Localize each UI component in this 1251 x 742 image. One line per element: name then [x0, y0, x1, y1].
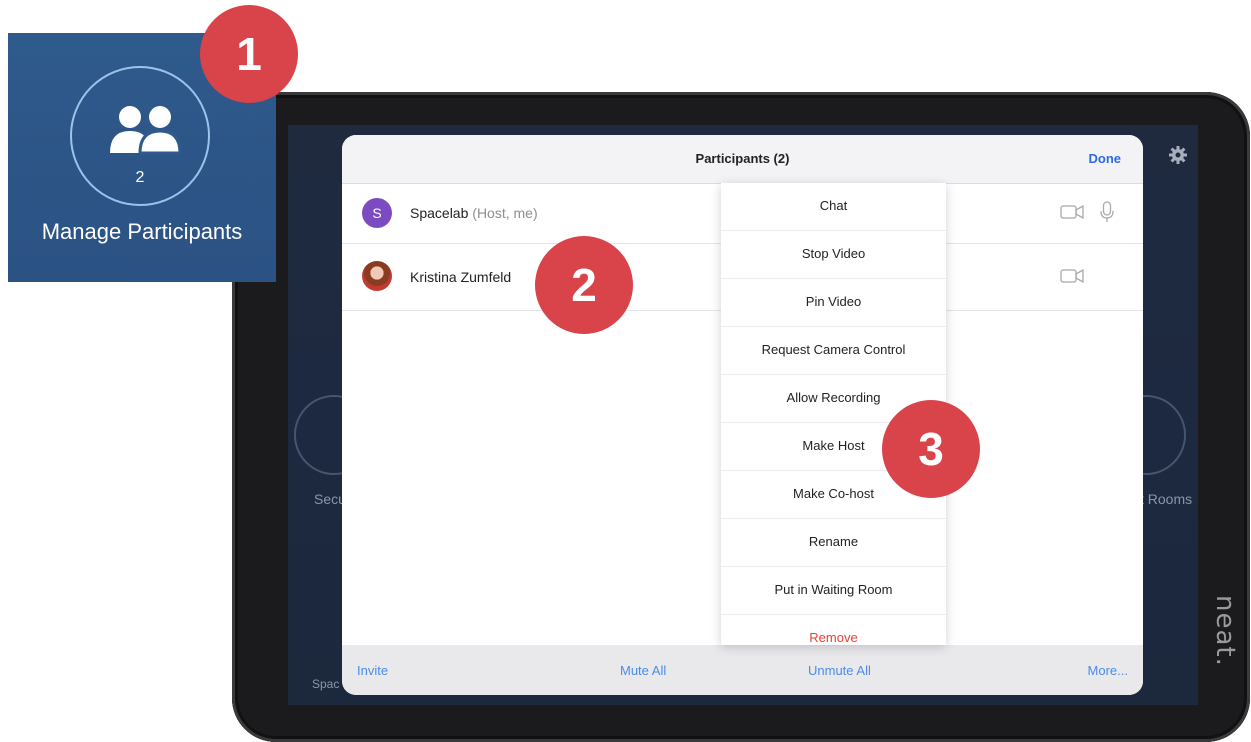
- dialog-header: Participants (2) Done: [342, 135, 1143, 184]
- menu-item-remove[interactable]: Remove: [721, 615, 946, 645]
- participant-name: Kristina Zumfeld: [410, 269, 512, 285]
- menu-item-put-in-waiting-room[interactable]: Put in Waiting Room: [721, 567, 946, 615]
- participant-name-text: Spacelab: [410, 205, 469, 221]
- menu-item-request-camera-control[interactable]: Request Camera Control: [721, 327, 946, 375]
- menu-item-pin-video[interactable]: Pin Video: [721, 279, 946, 327]
- participant-role: (Host, me): [472, 205, 538, 221]
- manage-participants-label: Manage Participants: [41, 219, 243, 244]
- video-camera-icon[interactable]: [1060, 268, 1084, 284]
- callout-badge-3: 3: [882, 400, 980, 498]
- menu-item-chat[interactable]: Chat: [721, 183, 946, 231]
- menu-item-rename[interactable]: Rename: [721, 519, 946, 567]
- done-button[interactable]: Done: [1089, 151, 1122, 166]
- more-button[interactable]: More...: [1088, 663, 1128, 678]
- avatar: [362, 261, 392, 291]
- callout-badge-1: 1: [200, 5, 298, 103]
- mute-all-button[interactable]: Mute All: [620, 663, 666, 678]
- gear-icon[interactable]: [1168, 145, 1188, 165]
- breakout-rooms-label-bg: t Rooms: [1140, 491, 1193, 507]
- callout-badge-2: 2: [535, 236, 633, 334]
- menu-item-stop-video[interactable]: Stop Video: [721, 231, 946, 279]
- dialog-title: Participants (2): [695, 151, 790, 166]
- avatar: S: [362, 198, 392, 228]
- microphone-icon[interactable]: [1100, 201, 1114, 223]
- dialog-footer: Invite Mute All Unmute All More...: [342, 645, 1143, 695]
- participant-name: Spacelab (Host, me): [410, 205, 538, 221]
- bottom-label-bg: Spac: [312, 677, 340, 691]
- menu-pointer: [707, 271, 721, 299]
- participants-icon: [110, 106, 182, 155]
- participant-count: 2: [135, 169, 145, 186]
- video-camera-icon[interactable]: [1060, 204, 1084, 220]
- device-brand-logo: neat.: [1210, 595, 1240, 667]
- invite-button[interactable]: Invite: [357, 663, 388, 678]
- unmute-all-button[interactable]: Unmute All: [808, 663, 871, 678]
